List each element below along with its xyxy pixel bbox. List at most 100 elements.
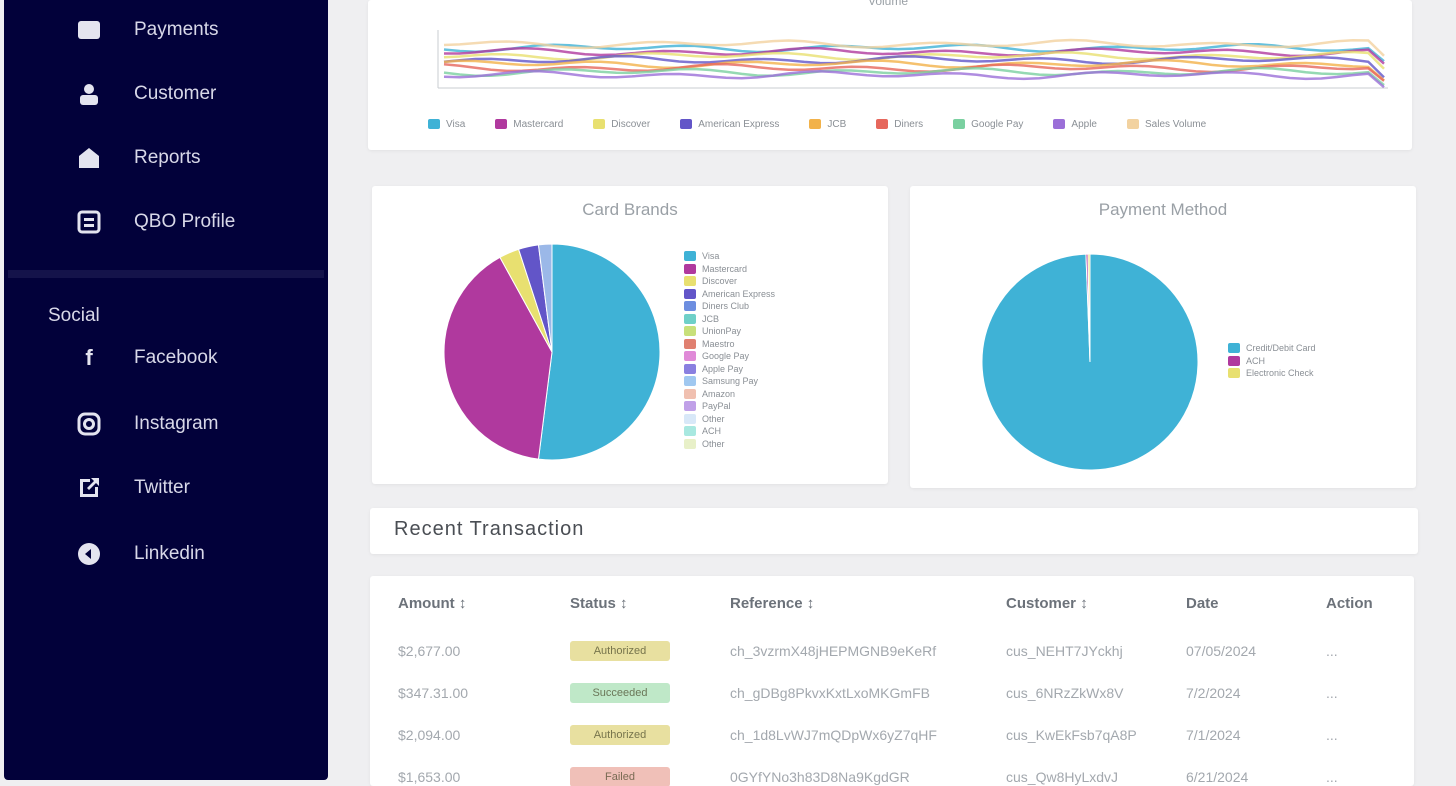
legend-item[interactable]: American Express [684,288,775,301]
row-action-button[interactable]: ... [1298,714,1414,756]
legend-swatch [684,401,696,412]
legend-item[interactable]: American Express [680,118,779,131]
sidebar-item-qbo-profile[interactable]: QBO Profile [74,202,235,242]
sidebar-item-label: Customer [134,83,217,104]
column-header-date[interactable]: Date [1158,576,1298,630]
column-header-action: Action [1326,594,1373,612]
legend-swatch [1228,343,1240,354]
legend-item[interactable]: JCB [809,118,846,131]
legend-label: ACH [1246,355,1266,366]
legend-item[interactable]: Samsung Pay [684,375,775,388]
legend-label: American Express [702,288,776,299]
table-row[interactable]: $347.31.00 Succeeded ch_gDBg8PkvxKxtLxoM… [370,672,1414,714]
cell-customer[interactable]: cus_Qw8HyLxdvJ [978,756,1158,786]
column-header-customer[interactable]: Customer ↕ [978,576,1158,630]
legend-label: Mastercard [513,118,564,130]
table-row[interactable]: $1,653.00 Failed 0GYfYNo3h83D8Na9KgdGR c… [370,756,1414,786]
legend-swatch [684,276,696,287]
cell-date: 07/05/2024 [1186,643,1257,659]
legend-swatch [684,376,696,387]
legend-label: Mastercard [702,263,748,274]
sidebar-item-reports[interactable]: Reports [74,138,201,178]
legend-swatch [1127,119,1139,130]
sidebar-item-facebook[interactable]: f Facebook [74,338,217,378]
legend-label: Electronic Check [1246,368,1314,379]
legend-item[interactable]: Mastercard [495,118,563,131]
sidebar-item-instagram[interactable]: Instagram [74,404,218,444]
legend-item[interactable]: Amazon [684,388,775,401]
cell-date: 7/1/2024 [1186,727,1241,743]
sidebar-item-twitter[interactable]: Twitter [74,468,190,508]
cell-amount: $347.31.00 [398,685,469,701]
legend-item[interactable]: Other [684,413,775,426]
legend-label: Discover [702,276,738,287]
legend-item[interactable]: Discover [684,275,775,288]
card-brands-title: Card Brands [582,200,678,219]
sidebar-item-payments[interactable]: Payments [74,10,218,50]
legend-item[interactable]: Sales Volume [1127,118,1206,131]
legend-item[interactable]: ACH [684,425,775,438]
legend-item[interactable]: Diners Club [684,300,775,313]
legend-swatch [428,119,440,130]
column-header-status[interactable]: Status ↕ [542,576,702,630]
sidebar-item-linkedin[interactable]: Linkedin [74,534,205,574]
legend-item[interactable]: Mastercard [684,263,775,276]
legend-label: Visa [446,118,466,130]
legend-label: Visa [702,251,720,262]
legend-item[interactable]: ACH [1228,355,1316,368]
cell-reference[interactable]: ch_3vzrmX48jHEPMGNB9eKeRf [702,630,978,672]
legend-item[interactable]: Visa [428,118,465,131]
cell-customer[interactable]: cus_KwEkFsb7qA8P [978,714,1158,756]
legend-item[interactable]: Google Pay [953,118,1023,131]
legend-item[interactable]: Other [684,438,775,451]
cell-reference[interactable]: ch_1d8LvWJ7mQDpWx6yZ7qHF [702,714,978,756]
legend-item[interactable]: PayPal [684,400,775,413]
legend-swatch [684,351,696,362]
cell-customer[interactable]: cus_NEHT7JYckhj [978,630,1158,672]
status-badge: Succeeded [570,683,670,703]
legend-swatch [1228,368,1240,379]
profile-icon [74,207,104,237]
legend-label: American Express [698,118,780,130]
legend-item[interactable]: Electronic Check [1228,367,1316,380]
legend-label: Amazon [702,388,736,399]
legend-item[interactable]: Credit/Debit Card [1228,342,1316,355]
sidebar-divider [8,270,324,278]
row-action-button[interactable]: ... [1298,630,1414,672]
legend-item[interactable]: Apple [1053,118,1097,131]
cell-amount: $2,677.00 [398,643,461,659]
credit-card-icon [74,15,104,45]
legend-item[interactable]: JCB [684,313,775,326]
legend-swatch [684,413,696,424]
cell-reference[interactable]: 0GYfYNo3h83D8Na9KgdGR [702,756,978,786]
sidebar-item-customer[interactable]: Customer [74,74,216,114]
twitter-icon [74,473,104,503]
legend-item[interactable]: Google Pay [684,350,775,363]
table-row[interactable]: $2,677.00 Authorized ch_3vzrmX48jHEPMGNB… [370,630,1414,672]
legend-item[interactable]: Visa [684,250,775,263]
legend-swatch [495,119,508,130]
row-action-button[interactable]: ... [1298,672,1414,714]
legend-item[interactable]: Apple Pay [684,363,775,376]
cell-reference[interactable]: ch_gDBg8PkvxKxtLxoMKGmFB [702,672,978,714]
status-badge: Failed [570,767,670,786]
legend-item[interactable]: Diners [876,118,923,131]
column-header-reference[interactable]: Reference ↕ [702,576,978,630]
sidebar-section-social: Social [48,305,100,326]
cell-customer[interactable]: cus_6NRzZkWx8V [978,672,1158,714]
sort-icon: ↕ [620,594,628,612]
legend-label: Other [702,413,725,424]
card-brands-pie-slice[interactable] [537,243,661,461]
column-header-amount[interactable]: Amount ↕ [370,576,542,630]
legend-item[interactable]: Maestro [684,338,775,351]
cell-amount: $1,653.00 [398,769,461,785]
table-row[interactable]: $2,094.00 Authorized ch_1d8LvWJ7mQDpWx6y… [370,714,1414,756]
legend-swatch [684,438,696,449]
legend-item[interactable]: Discover [593,118,650,131]
legend-swatch [684,288,696,299]
legend-swatch [684,388,696,399]
row-action-button[interactable]: ... [1298,756,1414,786]
recent-transaction-title: Recent Transaction [394,518,585,540]
legend-swatch [684,301,696,312]
legend-item[interactable]: UnionPay [684,325,775,338]
